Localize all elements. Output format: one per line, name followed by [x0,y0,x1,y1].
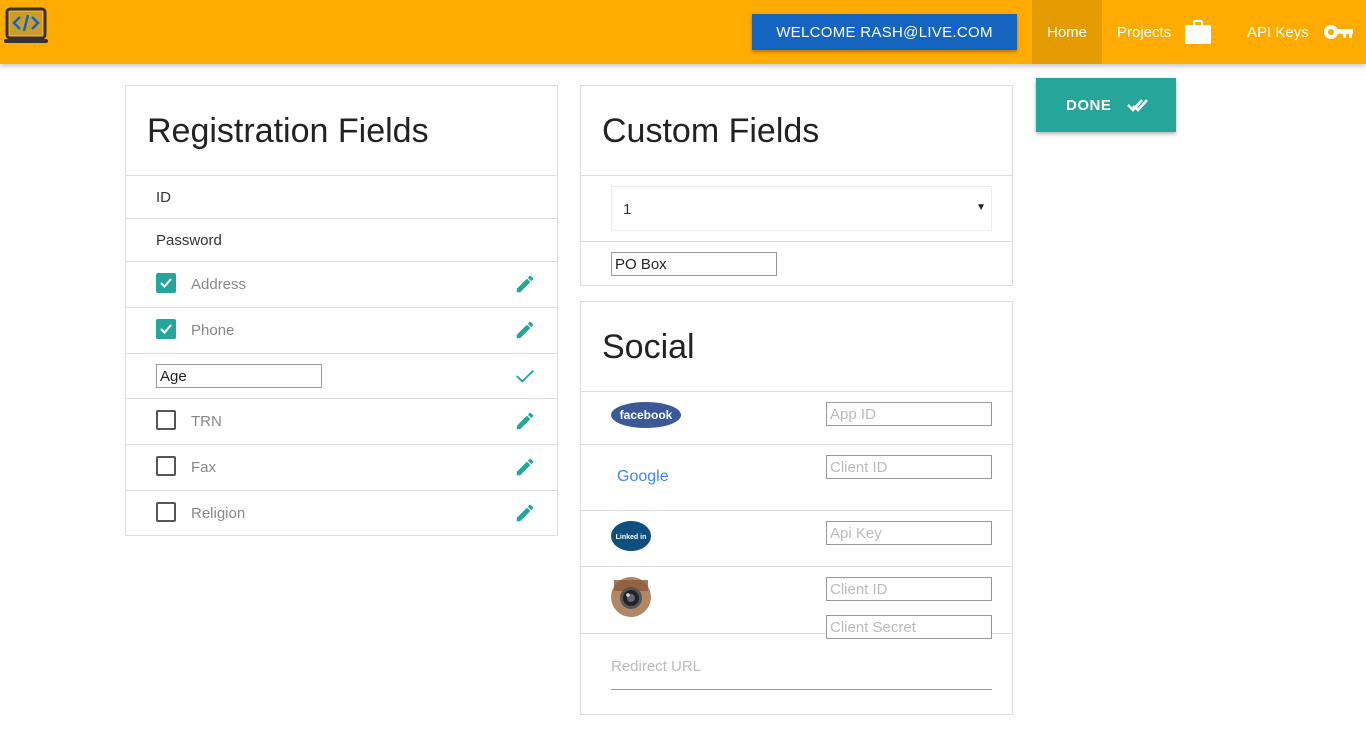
code-laptop-logo-icon[interactable] [4,6,48,46]
field-label: Religion [191,505,246,522]
field-row-fax: Fax [126,444,557,490]
custom-fields-title: Custom Fields [602,112,820,150]
field-label: TRN [191,413,222,430]
social-row-google: Google [581,444,1012,510]
nav-api-keys-label: API Keys [1247,23,1309,41]
field-row-address: Address [126,261,557,307]
custom-input-row [581,241,1012,286]
custom-field-select[interactable]: 1 ▼ [611,186,992,231]
pencil-edit-icon[interactable] [514,273,536,295]
instagram-client-id-input[interactable] [826,577,992,601]
field-row-trn: TRN [126,398,557,444]
redirect-url-row: Redirect URL [581,633,1012,715]
linkedin-api-key-input[interactable] [826,521,992,545]
done-button[interactable]: DONE [1036,78,1176,132]
facebook-app-id-input[interactable] [826,402,992,426]
social-row-facebook: facebook [581,391,1012,444]
check-icon [160,324,172,334]
field-row-religion: Religion [126,490,557,536]
nav-projects[interactable]: Projects [1117,0,1212,64]
custom-field-input[interactable] [611,252,777,276]
nav-home[interactable]: Home [1032,0,1102,64]
key-icon [1323,25,1353,39]
check-icon [160,278,172,288]
facebook-logo-text: facebook [620,408,673,422]
field-row-password: Password [126,218,557,261]
social-card: Social facebook Google Linked in [580,301,1013,715]
field-row-phone: Phone [126,307,557,353]
address-checkbox[interactable] [156,273,176,293]
google-logo-icon: Google [617,468,669,485]
dropdown-arrow-icon: ▼ [976,202,986,213]
field-label: ID [156,189,171,206]
confirm-check-icon[interactable] [514,365,536,387]
instagram-logo-icon [611,577,651,617]
field-label: Phone [191,322,235,339]
field-label: Fax [191,459,217,476]
age-field-name-input[interactable] [156,364,322,388]
custom-fields-card: Custom Fields 1 ▼ [580,85,1013,286]
top-app-bar: WELCOME RASH@LIVE.COM Home Projects API … [0,0,1366,64]
custom-select-row: 1 ▼ [581,175,1012,241]
google-logo-text: Google [617,468,669,485]
social-title: Social [602,328,695,366]
religion-checkbox[interactable] [156,502,176,522]
linkedin-logo-icon: Linked in [611,521,651,551]
registration-fields-card: Registration Fields ID Password Address … [125,85,558,536]
redirect-url-input[interactable] [611,689,992,690]
redirect-url-label: Redirect URL [611,658,702,675]
pencil-edit-icon[interactable] [514,410,536,432]
welcome-user-button[interactable]: WELCOME RASH@LIVE.COM [752,14,1017,50]
pencil-edit-icon[interactable] [514,319,536,341]
nav-projects-label: Projects [1117,23,1172,41]
registration-fields-title: Registration Fields [147,112,429,150]
field-row-age [126,353,557,398]
google-client-id-input[interactable] [826,455,992,479]
fax-checkbox[interactable] [156,456,176,476]
trn-checkbox[interactable] [156,410,176,430]
field-label: Password [156,232,222,249]
briefcase-icon [1185,20,1212,44]
pencil-edit-icon[interactable] [514,502,536,524]
field-row-id: ID [126,175,557,218]
facebook-logo-icon: facebook [611,402,681,428]
nav-api-keys[interactable]: API Keys [1247,0,1353,64]
linkedin-logo-text: Linked in [616,534,647,541]
pencil-edit-icon[interactable] [514,456,536,478]
done-label: DONE [1066,96,1112,114]
instagram-client-secret-input[interactable] [826,615,992,639]
select-value: 1 [623,201,632,218]
phone-checkbox[interactable] [156,319,176,339]
double-check-icon [1127,99,1149,112]
social-row-linkedin: Linked in [581,510,1012,566]
field-label: Address [191,276,247,293]
